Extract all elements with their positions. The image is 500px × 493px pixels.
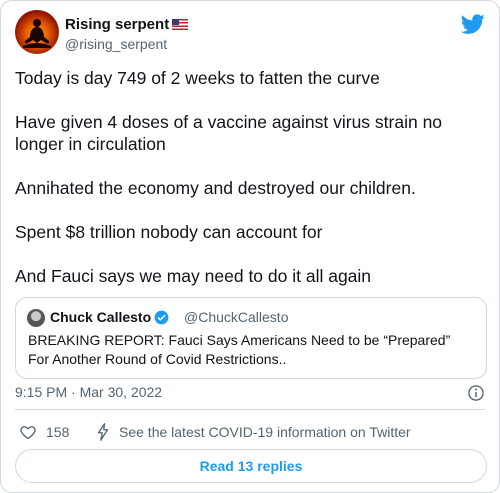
- tweet-paragraph: Spent $8 trillion nobody can account for: [15, 222, 323, 242]
- meditating-silhouette-icon: [23, 19, 51, 48]
- tweet-header: Rising serpent @rising_serpent: [15, 10, 485, 58]
- divider: [15, 409, 485, 410]
- tweet-paragraph: Annihated the economy and destroyed our …: [15, 178, 416, 198]
- heart-icon[interactable]: [19, 423, 37, 441]
- quoted-author-name[interactable]: Chuck Callesto: [50, 309, 169, 325]
- tweet-timestamp[interactable]: 9:15 PM · Mar 30, 2022: [15, 384, 162, 400]
- tweet-paragraph: And Fauci says we may need to do it all …: [15, 266, 372, 286]
- us-flag-icon: [172, 19, 189, 30]
- quoted-author-name-text[interactable]: Chuck Callesto: [50, 309, 151, 325]
- author-avatar[interactable]: [15, 10, 59, 54]
- like-count[interactable]: 158: [46, 424, 69, 440]
- twitter-bird-icon[interactable]: [461, 12, 485, 36]
- read-replies-button[interactable]: Read 13 replies: [15, 449, 487, 483]
- author-name[interactable]: Rising serpent: [65, 16, 189, 33]
- quoted-author-avatar[interactable]: [27, 309, 45, 327]
- tweet-card: Rising serpent @rising_serpent Today is …: [0, 0, 500, 493]
- tweet-paragraph: Today is day 749 of 2 weeks to fatten th…: [15, 68, 380, 88]
- author-handle[interactable]: @rising_serpent: [65, 36, 167, 52]
- quoted-tweet[interactable]: Chuck Callesto @ChuckCallesto BREAKING R…: [15, 297, 487, 379]
- tweet-paragraph: Have given 4 doses of a vaccine against …: [15, 112, 443, 154]
- verified-badge-icon: [154, 310, 169, 325]
- covid-info-link[interactable]: See the latest COVID-19 information on T…: [119, 424, 411, 440]
- action-bar: 158 See the latest COVID-19 information …: [15, 422, 485, 442]
- lightning-bolt-icon: [97, 423, 109, 441]
- info-icon[interactable]: [467, 384, 485, 402]
- tweet-text: Today is day 749 of 2 weeks to fatten th…: [15, 67, 477, 287]
- quoted-tweet-text: BREAKING REPORT: Fauci Says Americans Ne…: [28, 332, 451, 367]
- author-name-text[interactable]: Rising serpent: [65, 16, 169, 33]
- quoted-author-handle[interactable]: @ChuckCallesto: [184, 309, 288, 325]
